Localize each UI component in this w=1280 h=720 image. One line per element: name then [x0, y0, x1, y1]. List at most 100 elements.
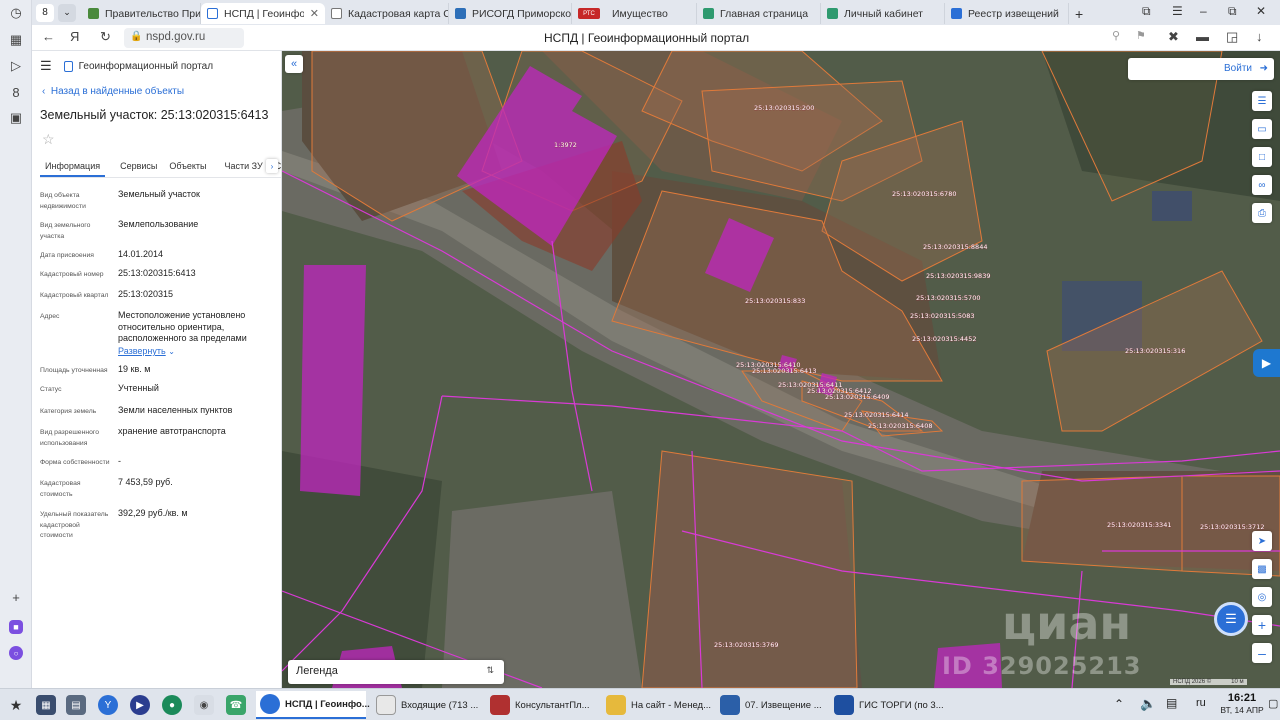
app-icon[interactable]: ■ [9, 620, 23, 634]
address-bar[interactable]: 🔒 nspd.gov.ru [124, 28, 244, 48]
minimize-icon[interactable]: – [1200, 4, 1207, 18]
alice-icon[interactable]: ○ [9, 646, 23, 660]
tab-objects[interactable]: Объекты [164, 158, 211, 177]
app-icon[interactable]: ● [162, 695, 182, 715]
collapse-panel-button[interactable]: « [285, 55, 303, 73]
legend-label: Легенда [296, 665, 338, 677]
collections-icon[interactable]: ◲ [1226, 29, 1238, 45]
select-area-icon[interactable]: □ [1252, 147, 1272, 167]
calendar-icon[interactable]: 8 [6, 82, 26, 102]
zoom-in-button[interactable]: + [1252, 615, 1272, 635]
legend-select[interactable]: Легенда ⇅ [288, 660, 504, 684]
back-to-results-link[interactable]: ‹ Назад в найденные объекты [42, 86, 184, 97]
menu-icon[interactable]: ☰ [1172, 4, 1183, 18]
chevron-down-icon[interactable]: ⌄ [58, 3, 76, 22]
window-label: На сайт - Менед... [631, 699, 712, 711]
feedback-button[interactable]: ☰ [1214, 602, 1248, 636]
app-icon[interactable]: ▶ [130, 695, 150, 715]
page-title: НСПД | Геоинформационный портал [544, 31, 750, 45]
tab-imushchestvo[interactable]: РТС Имущество [572, 3, 697, 24]
vpn-icon[interactable]: ▬ [1196, 29, 1209, 44]
network-icon[interactable]: ▤ [1166, 696, 1177, 710]
tabs-overview-icon[interactable]: ⧉ [1142, 4, 1151, 19]
app-icon[interactable]: ◉ [194, 695, 214, 715]
field-key: Статус [40, 386, 62, 393]
star-widget-icon[interactable]: ★ [6, 695, 26, 715]
tab-nspd[interactable]: НСПД | Геоинформа ✕ [201, 3, 325, 24]
taskbar-window-consultant[interactable]: КонсультантПл... [486, 691, 598, 719]
tab-count-badge[interactable]: 8 [36, 3, 54, 22]
tab-main[interactable]: Главная страница [697, 3, 821, 24]
parcel-label: 25:13:020315:4452 [912, 335, 976, 343]
search-icon[interactable]: ⚲ [1112, 29, 1120, 42]
tab-reestr[interactable]: Реестр извещений [945, 3, 1069, 24]
task-view-icon[interactable]: ▦ [36, 695, 56, 715]
folder-icon[interactable]: ▤ [66, 695, 86, 715]
share-icon[interactable]: ∞ [1252, 175, 1272, 195]
basemap-icon[interactable]: ▭ [1252, 119, 1272, 139]
date[interactable]: ВТ, 14 АПР [1212, 705, 1272, 715]
minimap-icon[interactable]: ▩ [1252, 559, 1272, 579]
restore-icon[interactable]: ⧉ [1228, 4, 1237, 19]
print-icon[interactable]: ⎙ [1252, 203, 1272, 223]
tab-pravitelstvo[interactable]: Правительство Примор [82, 3, 201, 24]
field-value: Землепользование [118, 219, 199, 229]
close-window-icon[interactable]: ✕ [1256, 4, 1266, 18]
map-canvas[interactable]: 25:13:020315:200 1:3972 25:13:020315:678… [282, 51, 1280, 688]
bookmark-icon[interactable]: ⚑ [1136, 29, 1146, 42]
hamburger-icon[interactable]: ☰ [40, 58, 52, 74]
app-icon[interactable]: ☎ [226, 695, 246, 715]
window-label: КонсультантПл... [515, 699, 590, 711]
tab-label: РИСОГД Приморского [472, 7, 572, 20]
tab-parts[interactable]: Части ЗУ [220, 158, 268, 177]
expand-link[interactable]: Развернуть ⌄ [118, 346, 175, 358]
field-key: Кадастровый номер [40, 271, 104, 278]
tab-info[interactable]: Информация [40, 158, 106, 177]
add-icon[interactable]: + [6, 587, 26, 607]
taskbar-window-torgi[interactable]: ГИС ТОРГИ (по 3... [830, 691, 944, 719]
parcel-label: 25:13:020315:6409 [825, 393, 889, 401]
notifications-icon[interactable]: ▢ [1268, 697, 1278, 710]
tab-risogd[interactable]: РИСОГД Приморского [449, 3, 572, 24]
taskbar-window-nspd[interactable]: НСПД | Геоинфо... [256, 691, 370, 719]
tab-cabinet[interactable]: Личный кабинет [821, 3, 945, 24]
taskbar-window-folder[interactable]: На сайт - Менед... [602, 691, 714, 719]
media-icon[interactable]: ▷ [6, 56, 26, 76]
tab-kadastr[interactable]: Кадастровая карта Сиб [325, 3, 449, 24]
window-label: ГИС ТОРГИ (по 3... [859, 699, 944, 711]
bookmarks-icon[interactable]: ▦ [6, 30, 26, 50]
chevron-updown-icon: ⇅ [486, 665, 494, 675]
portal-logo-icon [63, 60, 73, 72]
login-button[interactable]: Войти ➜ [1128, 58, 1274, 80]
back-icon[interactable]: ← [42, 29, 55, 44]
measure-icon[interactable]: ◎ [1252, 587, 1272, 607]
taskbar-window-word[interactable]: 07. Извещение ... [716, 691, 828, 719]
chat-icon[interactable]: ▶ [1253, 349, 1280, 377]
chevron-up-icon[interactable]: ⌃ [1114, 697, 1124, 711]
favorite-star-icon[interactable]: ☆ [42, 131, 55, 148]
taskbar-window-mail[interactable]: Входящие (713 ... [372, 691, 482, 719]
extensions-icon[interactable]: ✖ [1168, 29, 1179, 45]
yandex-icon[interactable]: Я [70, 29, 79, 44]
language-indicator[interactable]: ru [1196, 697, 1206, 709]
zoom-out-button[interactable]: – [1252, 643, 1272, 663]
browser-icon[interactable]: Y [98, 695, 118, 715]
map-view[interactable]: 25:13:020315:200 1:3972 25:13:020315:678… [282, 51, 1280, 688]
field-value: Местоположение установлено относительно … [118, 310, 247, 343]
chevron-right-icon[interactable]: › [266, 159, 278, 173]
layers-icon[interactable]: ☰ [1252, 91, 1272, 111]
new-tab-button[interactable]: + [1069, 3, 1093, 24]
clock[interactable]: 16:21 [1218, 692, 1266, 704]
download-icon[interactable]: ↓ [1256, 29, 1263, 44]
word-icon [720, 695, 740, 715]
volume-icon[interactable]: 🔈 [1140, 696, 1156, 712]
browser-icon [260, 694, 280, 714]
close-icon[interactable]: ✕ [310, 7, 319, 20]
window-label: 07. Извещение ... [745, 699, 822, 711]
geolocation-icon[interactable]: ➤ [1252, 531, 1272, 551]
reload-icon[interactable]: ↻ [100, 29, 111, 45]
object-info-panel: ☰ Геоинформационный портал ‹ Назад в най… [32, 51, 282, 688]
history-icon[interactable]: ◷ [6, 3, 26, 23]
tab-services[interactable]: Сервисы [115, 158, 162, 177]
camera-icon[interactable]: ▣ [6, 108, 26, 128]
